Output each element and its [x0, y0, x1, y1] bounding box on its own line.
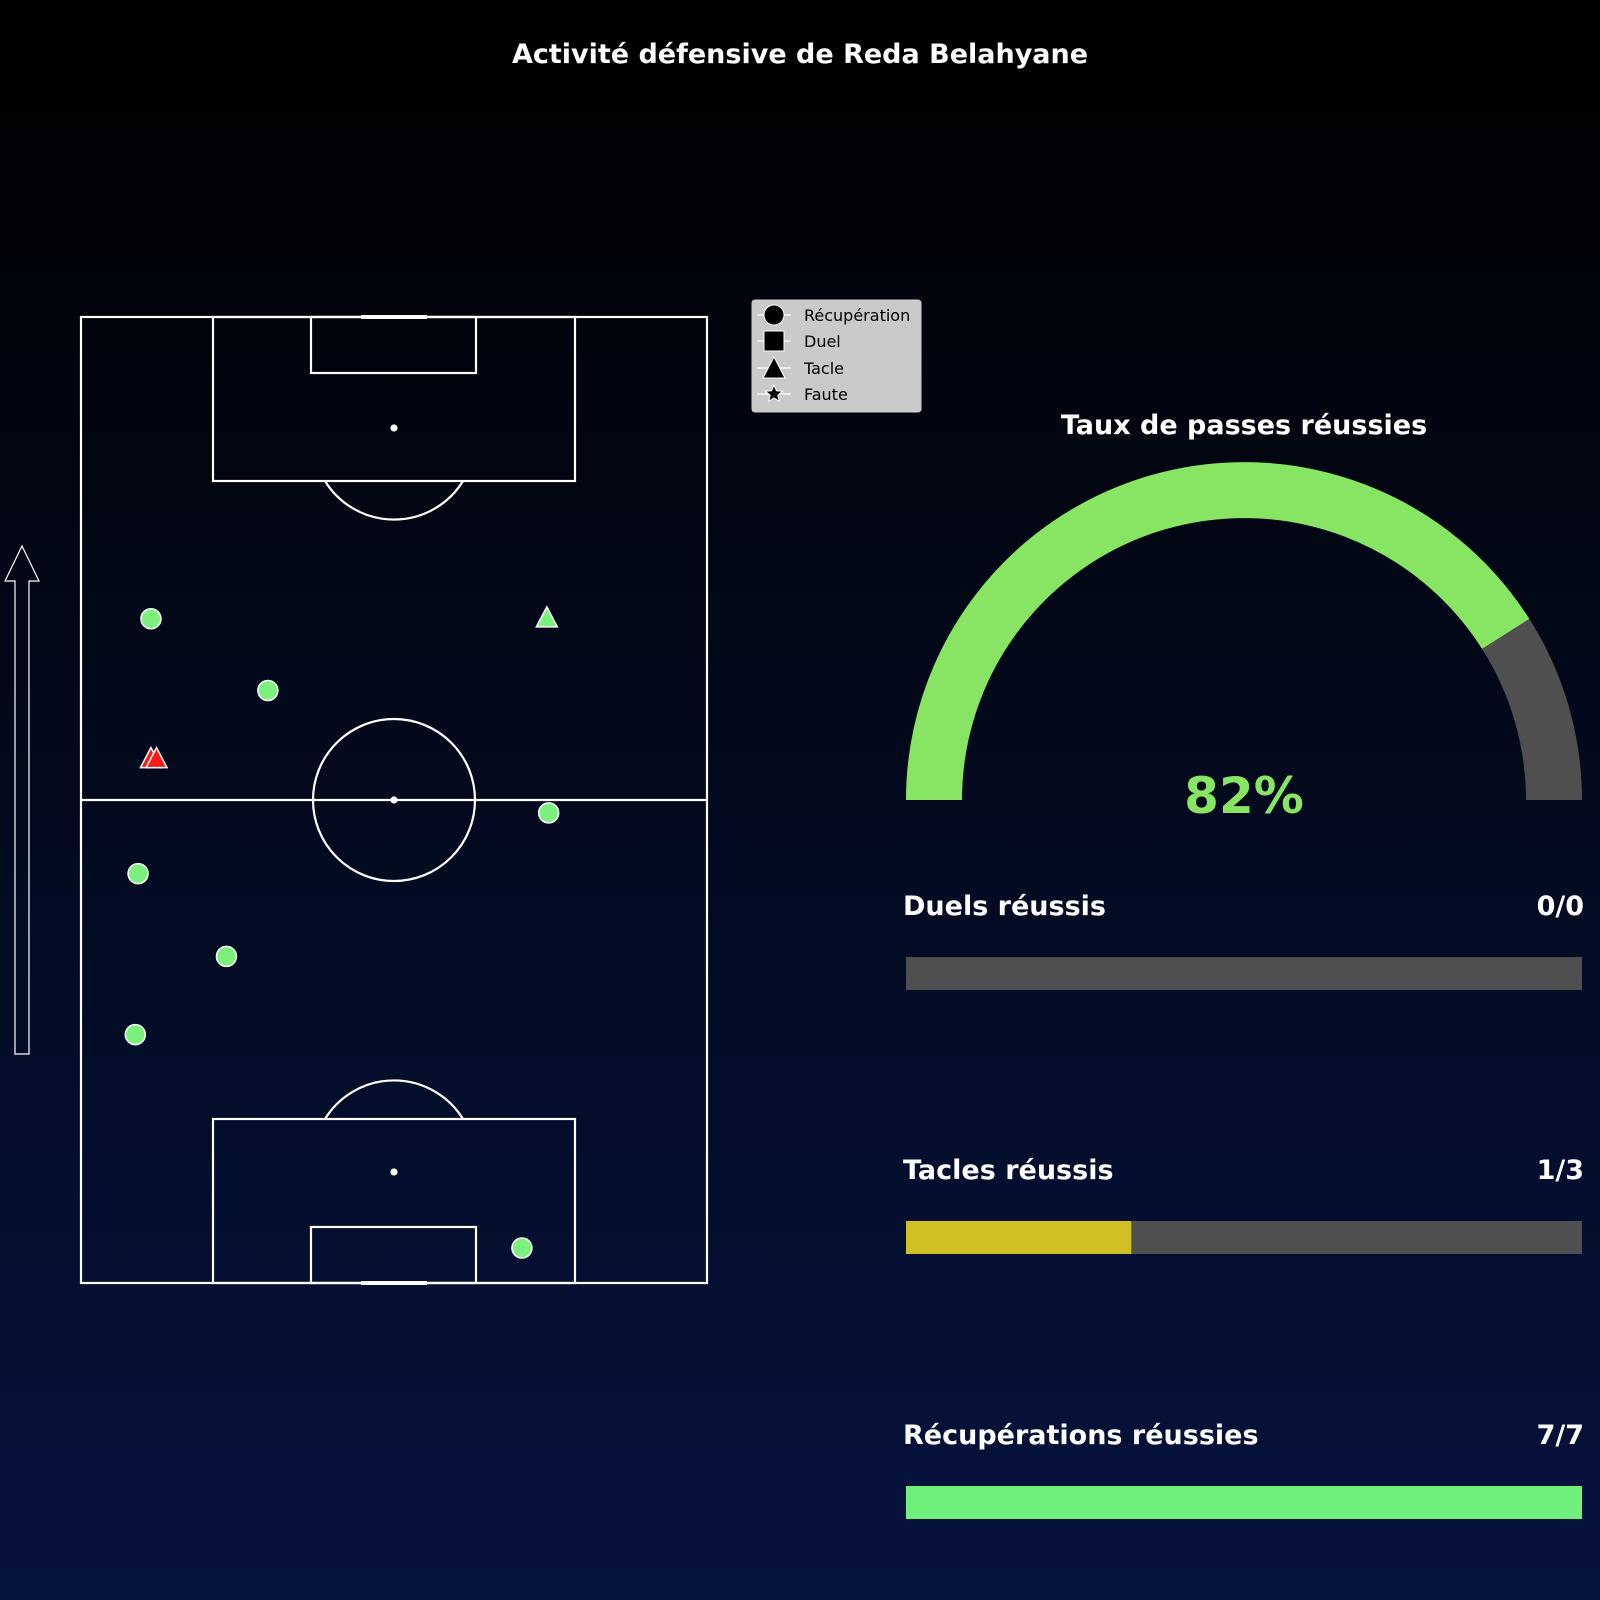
- pass-rate-gauge: Taux de passes réussies 82%: [906, 410, 1582, 825]
- stat-bar-fill: [906, 1221, 1132, 1254]
- stat-duels: Duels réussis 0/0: [903, 891, 1584, 990]
- stat-bar-fill: [906, 1486, 1582, 1519]
- gauge-value: 82%: [1184, 767, 1304, 825]
- recovery-marker: [127, 862, 149, 885]
- stat-tackles: Tacles réussis 1/3: [903, 1155, 1584, 1254]
- stat-recoveries: Récupérations réussies 7/7: [903, 1420, 1584, 1519]
- legend-label: Duel: [804, 332, 841, 351]
- legend: Récupération Duel Tacle Faute: [751, 299, 922, 413]
- tackle-marker: [535, 605, 559, 628]
- center-spot: [390, 796, 398, 804]
- gauge-fill: [906, 462, 1530, 801]
- stat-value: 1/3: [1537, 1155, 1584, 1186]
- bottom-penalty-spot: [390, 1168, 398, 1176]
- stat-bar-track: [906, 957, 1582, 990]
- recovery-marker: [124, 1023, 147, 1046]
- stat-label: Duels réussis: [903, 891, 1106, 922]
- top-penalty-spot: [390, 424, 398, 432]
- recovery-marker: [537, 802, 560, 824]
- stat-label: Récupérations réussies: [903, 1420, 1259, 1451]
- top-penalty-arc: [324, 480, 464, 521]
- gauge-title: Taux de passes réussies: [1061, 410, 1427, 441]
- stat-label: Tacles réussis: [903, 1155, 1114, 1186]
- legend-label: Récupération: [804, 306, 910, 325]
- recovery-marker: [215, 945, 238, 968]
- recovery-marker: [257, 679, 279, 702]
- legend-item-recuperation: Récupération: [757, 304, 910, 326]
- event-markers: [124, 605, 560, 1259]
- gauge-track: [1481, 618, 1582, 801]
- recovery-marker: [140, 608, 162, 630]
- football-pitch: [79, 315, 709, 1285]
- stat-value: 7/7: [1537, 1420, 1584, 1451]
- top-goal-area: [309, 315, 478, 375]
- legend-square-icon: [763, 330, 785, 352]
- top-penalty-area: [211, 315, 577, 483]
- legend-label: Faute: [804, 385, 848, 404]
- attack-direction-arrow-icon: [4, 544, 40, 1055]
- stat-value: 0/0: [1537, 891, 1584, 922]
- figure-title: Activité défensive de Reda Belahyane: [512, 39, 1088, 70]
- recovery-marker: [511, 1237, 533, 1259]
- bottom-penalty-arc: [324, 1079, 464, 1120]
- figure: Activité défensive de Reda Belahyane Réc…: [4, 39, 1584, 1519]
- legend-circle-icon: [763, 304, 785, 326]
- bottom-goal-area: [309, 1225, 478, 1285]
- legend-label: Tacle: [803, 359, 844, 378]
